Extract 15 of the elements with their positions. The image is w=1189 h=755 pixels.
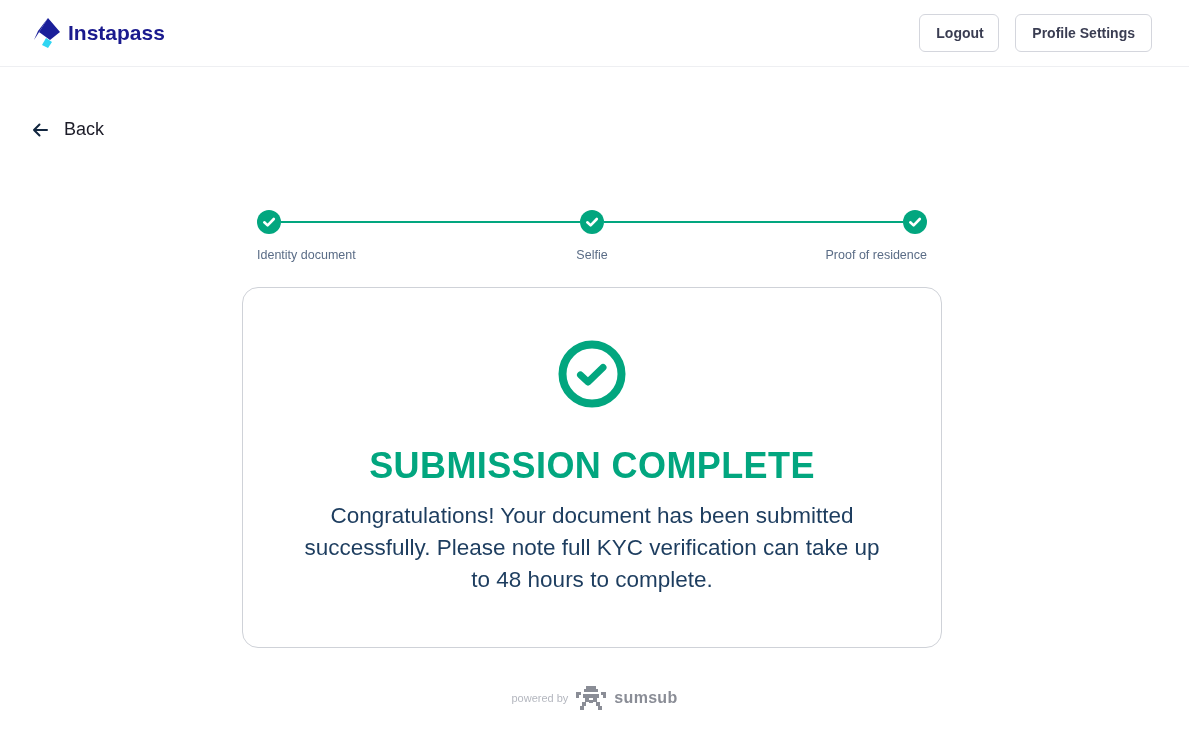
logo-text: Instapass	[68, 21, 165, 45]
result-message: Congratulations! Your document has been submitted successfully. Please note full KYC verification can take up to 48 hours to complete.	[303, 502, 881, 594]
step-label: Selfie	[576, 247, 608, 263]
logo-icon	[34, 18, 60, 48]
result-title: SUBMISSION COMPLETE	[369, 444, 815, 488]
back-link[interactable]: Back	[32, 119, 105, 140]
header-button[interactable]: Profile Settings	[1015, 14, 1152, 52]
step-label: Proof of residence	[825, 247, 927, 263]
back-arrow-icon	[32, 122, 48, 137]
sumsub-wordmark: sumsub	[614, 689, 678, 707]
step-label: Identity document	[257, 247, 356, 263]
pixel-bug-logo-icon	[576, 686, 607, 710]
header-button[interactable]: Logout	[919, 14, 1000, 52]
success-check-icon	[558, 340, 626, 408]
powered-by-text: powered by	[511, 692, 569, 704]
